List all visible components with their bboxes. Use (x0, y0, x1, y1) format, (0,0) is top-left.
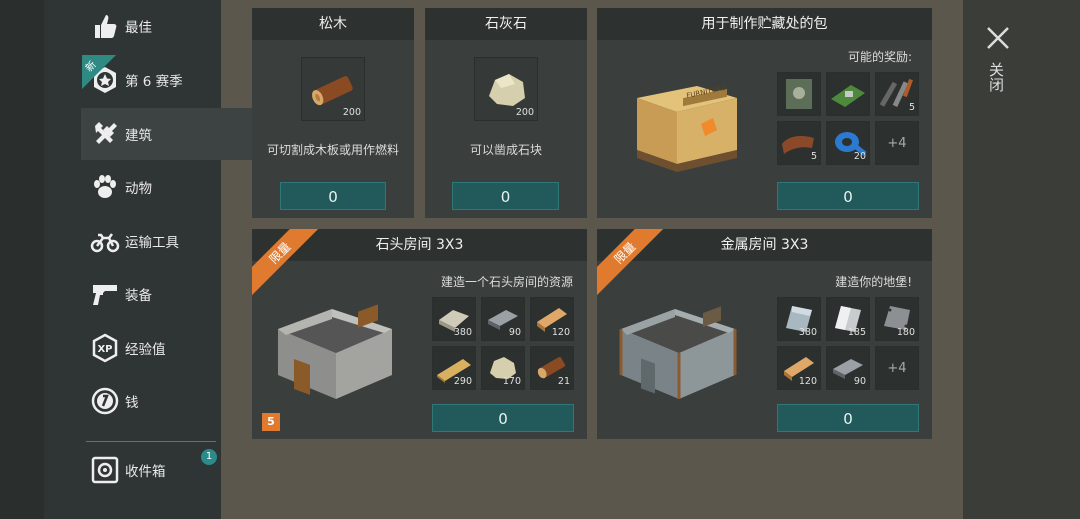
circuit-board-icon (831, 85, 865, 107)
left-edge-strip (0, 0, 44, 519)
reward-slot (826, 72, 870, 116)
material-more-slot[interactable]: +4 (875, 346, 919, 390)
card-pine-wood: 松木 200 可切割成木板或用作燃料 0 (252, 8, 414, 218)
sidebar-item-animals[interactable]: 动物 (81, 161, 264, 213)
more-icon: +4 (887, 361, 907, 376)
material-slot: 185 (826, 297, 870, 341)
safe-box-icon (786, 79, 812, 109)
material-slot: 180 (875, 297, 919, 341)
metal-room-illustration (615, 283, 755, 403)
sidebar-item-label: 收件箱 (125, 464, 166, 480)
sidebar-item-label: 动物 (125, 181, 152, 197)
sidebar-divider (86, 441, 216, 442)
card-title: 石灰石 (425, 8, 587, 40)
pine-quantity-button[interactable]: 0 (280, 182, 386, 210)
material-slot: 380 (777, 297, 821, 341)
stash-quantity-button[interactable]: 0 (777, 182, 919, 210)
card-description: 建造一个石头房间的资源 (440, 275, 573, 289)
close-label[interactable]: 关闭 (987, 62, 1007, 92)
metal-room-quantity-button[interactable]: 0 (777, 404, 919, 432)
material-slot: 170 (481, 346, 525, 390)
sidebar-item-label: 运输工具 (125, 235, 179, 251)
right-panel-edge (963, 0, 1080, 519)
level-badge: 5 (262, 413, 280, 431)
sidebar-item-xp[interactable]: XP 经验值 (81, 322, 264, 374)
sidebar-item-best[interactable]: 最佳 (81, 0, 264, 52)
reward-more-slot[interactable]: +4 (875, 121, 919, 165)
safe-icon (89, 454, 121, 486)
card-description: 建造你的地堡! (835, 275, 912, 289)
card-stone-room: 石头房间 3X3 限量 建造一个石头房间的资源 5 380 90 120 290… (252, 229, 587, 439)
coin-icon (89, 385, 121, 417)
sidebar-item-label: 装备 (125, 288, 152, 304)
card-title: 松木 (252, 8, 414, 40)
card-title: 用于制作贮藏处的包 (597, 8, 932, 40)
material-slot: 290 (432, 346, 476, 390)
card-description: 可以凿成石块 (469, 143, 542, 157)
sidebar-item-label: 钱 (125, 395, 139, 411)
sidebar-item-label: 第 6 赛季 (125, 74, 183, 90)
sidebar-item-inbox[interactable]: 收件箱 (81, 444, 264, 496)
limestone-quantity-button[interactable]: 0 (452, 182, 559, 210)
new-badge: 新 (82, 55, 116, 89)
svg-text:XP: XP (97, 344, 112, 355)
material-slot: 90 (481, 297, 525, 341)
sidebar-item-label: 建筑 (125, 128, 152, 144)
sidebar-item-building[interactable]: 建筑 (81, 108, 264, 160)
close-icon[interactable] (984, 24, 1012, 52)
xp-icon: XP (89, 332, 121, 364)
stone-room-quantity-button[interactable]: 0 (432, 404, 574, 432)
thumbs-up-icon (89, 10, 121, 42)
sidebar-item-label: 最佳 (125, 20, 152, 36)
card-limestone: 石灰石 200 可以凿成石块 0 (425, 8, 587, 218)
rewards-label: 可能的奖励: (847, 50, 912, 64)
reward-slot: 20 (826, 121, 870, 165)
material-slot: 90 (826, 346, 870, 390)
limestone-item-slot: 200 (474, 57, 538, 121)
reward-slot: 5 (777, 121, 821, 165)
material-slot: 120 (777, 346, 821, 390)
motorcycle-icon (89, 225, 121, 257)
material-slot: 120 (530, 297, 574, 341)
pistol-icon (89, 278, 121, 310)
reward-slot (777, 72, 821, 116)
tools-icon (89, 118, 121, 150)
stone-room-illustration (272, 283, 412, 403)
inbox-notification-badge: 1 (201, 449, 217, 465)
sidebar-item-equipment[interactable]: 装备 (81, 268, 264, 320)
pine-item-slot: 200 (301, 57, 365, 121)
wooden-crate-illustration: FURNITURE (627, 68, 747, 178)
card-stash-bag: 用于制作贮藏处的包 可能的奖励: FURNITURE 5 5 20 +4 0 (597, 8, 932, 218)
paw-icon (89, 171, 121, 203)
sidebar-item-money[interactable]: 钱 (81, 375, 264, 427)
reward-slot: 5 (875, 72, 919, 116)
card-description: 可切割成木板或用作燃料 (266, 143, 399, 157)
sidebar-item-transport[interactable]: 运输工具 (81, 215, 264, 267)
sidebar-item-label: 经验值 (125, 342, 166, 358)
more-icon: +4 (887, 136, 907, 151)
material-slot: 21 (530, 346, 574, 390)
material-slot: 380 (432, 297, 476, 341)
card-metal-room: 金属房间 3X3 限量 建造你的地堡! 380 185 180 120 90 +… (597, 229, 932, 439)
